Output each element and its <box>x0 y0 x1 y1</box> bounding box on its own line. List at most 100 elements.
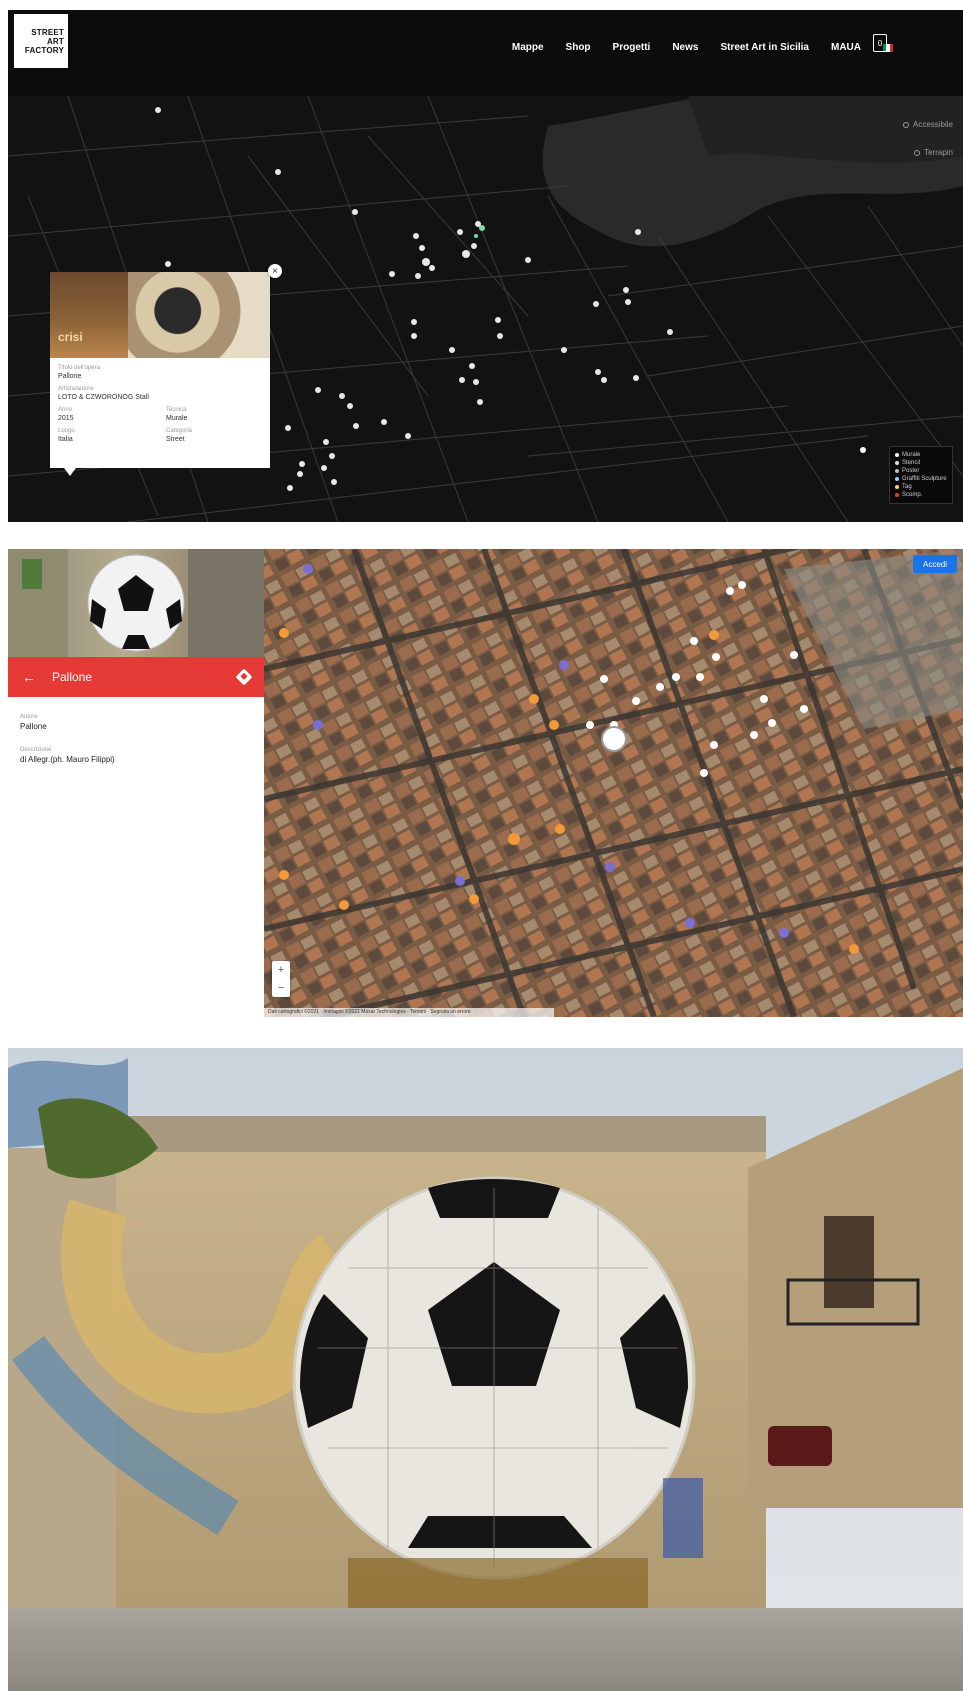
field-label: Luogo <box>58 428 75 434</box>
field-label: Artista/autore <box>58 386 94 392</box>
cart-icon[interactable]: 0 <box>873 34 887 52</box>
layer-option-terrapin[interactable]: Terrapin <box>914 148 953 157</box>
satellite-map-canvas[interactable] <box>264 549 963 1017</box>
field-label: Autore <box>20 714 38 720</box>
field-value: Murale <box>166 415 188 422</box>
field-label: Categoria <box>166 428 193 434</box>
popup-body: Titolo dell'opera Pallone Artista/autore… <box>58 364 264 448</box>
zoom-out-button[interactable]: − <box>278 982 284 994</box>
legend-cursor-marker <box>860 447 866 453</box>
radio-icon <box>914 149 921 156</box>
map-attribution: Dati cartografici ©2021 · Immagini ©2021… <box>264 1008 554 1017</box>
legend-label: Murale <box>902 452 921 458</box>
nav-item-maua[interactable]: MAUA <box>831 42 861 53</box>
ball-patch-bottom <box>408 1516 592 1548</box>
navbar: STREET ART FACTORY Mappe Shop Progetti N… <box>8 10 963 96</box>
street-pavement <box>8 1608 963 1691</box>
popup-field: Luogo Italia <box>58 427 156 448</box>
legend-label: Poster <box>902 468 920 474</box>
layer-option-label: Terrapin <box>924 148 953 157</box>
radio-icon <box>902 121 909 128</box>
artwork-thumbnail[interactable] <box>8 549 264 657</box>
logo-line-3: FACTORY <box>24 45 64 55</box>
field-value: Street <box>166 436 185 443</box>
close-icon[interactable]: × <box>268 264 282 278</box>
zoom-control: + − <box>272 961 290 997</box>
field-value: 2015 <box>58 415 74 422</box>
legend-item[interactable]: Murale <box>895 451 947 459</box>
field-value: Italia <box>58 436 73 443</box>
legend-label: Stencil <box>902 460 921 466</box>
legend-item[interactable]: Tag <box>895 483 947 491</box>
artwork-photo-canvas <box>8 1048 963 1691</box>
legend-item[interactable]: Poster <box>895 467 947 475</box>
map-view-button[interactable]: Accedi <box>913 555 957 573</box>
panel-header: ← Pallone <box>8 657 264 697</box>
directions-icon[interactable] <box>235 668 253 686</box>
site-logo[interactable]: STREET ART FACTORY <box>14 14 68 68</box>
field-value: di Allegr.(ph. Mauro Filippi) <box>20 755 115 764</box>
legend-swatch <box>895 485 899 489</box>
legend-label: Scomp. <box>902 492 923 498</box>
map-legend: Murale Stencil Poster Graffiti Sculpture… <box>889 446 953 504</box>
satellite-map-section: ← Pallone Autore Pallone Descrizione di … <box>8 549 963 1017</box>
field-value: Pallone <box>20 722 47 731</box>
layer-option-label: Accessibile <box>912 120 953 129</box>
popup-photo-2[interactable] <box>128 272 270 358</box>
nav-item-news[interactable]: News <box>672 42 698 53</box>
garage-door-rust <box>348 1558 648 1608</box>
panel-body: Autore Pallone Descrizione di Allegr.(ph… <box>20 713 252 779</box>
parked-car <box>768 1426 832 1466</box>
satellite-map[interactable]: Accedi + − Dati cartografici ©2021 · Imm… <box>264 549 963 1017</box>
balcony-door <box>824 1216 874 1308</box>
legend-label: Tag <box>902 484 912 490</box>
legend-item[interactable]: Scomp. <box>895 491 947 499</box>
zoom-in-button[interactable]: + <box>278 964 284 976</box>
selected-artwork-pin <box>601 726 627 752</box>
popup-field: Categoria Street <box>166 427 264 448</box>
legend-item[interactable]: Stencil <box>895 459 947 467</box>
photo-caption: crisi <box>58 330 83 344</box>
popup-pointer <box>64 468 76 476</box>
field-label: Titolo dell'opera <box>58 365 100 371</box>
nav-item-progetti[interactable]: Progetti <box>613 42 651 53</box>
field-value: Pallone <box>58 373 82 380</box>
legend-swatch <box>895 461 899 465</box>
cart-count: 0 <box>877 38 883 48</box>
legend-swatch <box>895 493 899 497</box>
field-label: Anno <box>58 407 73 413</box>
panel-title: Pallone <box>52 670 93 684</box>
popup-photos: crisi <box>50 272 270 358</box>
popup-photo-1[interactable]: crisi <box>50 272 128 358</box>
dark-map[interactable]: Accessibile Terrapin Murale Stencil Post… <box>8 95 963 522</box>
logo-line-1: STREET <box>31 27 64 37</box>
popup-field: Anno 2015 <box>58 406 156 427</box>
popup-field-grid: Anno 2015 Tecnica Murale Luogo Italia Ca… <box>58 406 264 448</box>
detail-panel: ← Pallone Autore Pallone Descrizione di … <box>8 549 264 1017</box>
blue-graffiti <box>663 1478 703 1558</box>
nav-item-shop[interactable]: Shop <box>566 42 591 53</box>
artwork-photo <box>8 1048 963 1691</box>
field-label: Tecnica <box>166 407 187 413</box>
dark-map-section: STREET ART FACTORY Mappe Shop Progetti N… <box>8 10 963 522</box>
field-label: Descrizione <box>20 747 52 753</box>
popup-field: Tecnica Murale <box>166 406 264 427</box>
nav-item-mappe[interactable]: Mappe <box>512 42 544 53</box>
legend-swatch <box>895 453 899 457</box>
back-arrow-icon[interactable]: ← <box>22 669 36 685</box>
thumbnail-art <box>8 549 264 657</box>
artwork-popup[interactable]: crisi × Titolo dell'opera Pallone Artist… <box>50 264 282 476</box>
layer-option-accessibile[interactable]: Accessibile <box>902 120 953 129</box>
logo-line-2: ART <box>46 36 64 46</box>
main-nav: Mappe Shop Progetti News Street Art in S… <box>512 42 893 53</box>
thumb-plant <box>22 559 42 589</box>
legend-item[interactable]: Graffiti Sculpture <box>895 475 947 483</box>
nav-item-street-art-sicilia[interactable]: Street Art in Sicilia <box>720 42 809 53</box>
legend-swatch <box>895 477 899 481</box>
field-value: LOTO & CZWORONOG Stall <box>58 394 149 401</box>
flag-stripe-red <box>889 43 893 52</box>
legend-label: Graffiti Sculpture <box>902 476 947 482</box>
popup-field: Artista/autore LOTO & CZWORONOG Stall <box>58 385 264 403</box>
popup-field: Titolo dell'opera Pallone <box>58 364 264 382</box>
legend-swatch <box>895 469 899 473</box>
